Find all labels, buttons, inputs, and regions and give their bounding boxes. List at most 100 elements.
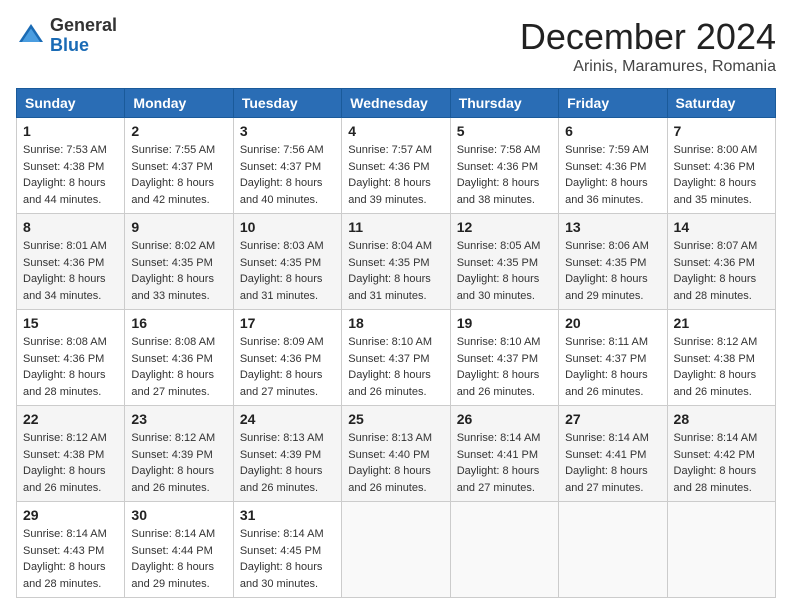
daylight-label: Daylight: 8 hours and 27 minutes. xyxy=(240,369,323,398)
day-info: Sunrise: 8:12 AM Sunset: 4:39 PM Dayligh… xyxy=(131,430,226,496)
day-info: Sunrise: 8:14 AM Sunset: 4:41 PM Dayligh… xyxy=(565,430,660,496)
calendar-cell: 28 Sunrise: 8:14 AM Sunset: 4:42 PM Dayl… xyxy=(667,406,775,502)
sunset-label: Sunset: 4:36 PM xyxy=(565,161,646,173)
sunrise-label: Sunrise: 8:08 AM xyxy=(131,336,215,348)
sunrise-label: Sunrise: 8:14 AM xyxy=(240,528,324,540)
sunset-label: Sunset: 4:36 PM xyxy=(240,353,321,365)
sunset-label: Sunset: 4:38 PM xyxy=(674,353,755,365)
calendar-cell xyxy=(450,502,558,598)
sunset-label: Sunset: 4:35 PM xyxy=(240,257,321,269)
day-number: 22 xyxy=(23,411,118,427)
daylight-label: Daylight: 8 hours and 30 minutes. xyxy=(240,561,323,590)
title-area: December 2024 Arinis, Maramures, Romania xyxy=(520,16,776,76)
daylight-label: Daylight: 8 hours and 28 minutes. xyxy=(674,465,757,494)
weekday-header-sunday: Sunday xyxy=(17,89,125,118)
day-info: Sunrise: 8:09 AM Sunset: 4:36 PM Dayligh… xyxy=(240,334,335,400)
logo-text: General Blue xyxy=(50,16,117,56)
sunset-label: Sunset: 4:36 PM xyxy=(348,161,429,173)
calendar-cell: 11 Sunrise: 8:04 AM Sunset: 4:35 PM Dayl… xyxy=(342,214,450,310)
calendar-cell: 4 Sunrise: 7:57 AM Sunset: 4:36 PM Dayli… xyxy=(342,118,450,214)
daylight-label: Daylight: 8 hours and 29 minutes. xyxy=(565,273,648,302)
day-number: 25 xyxy=(348,411,443,427)
daylight-label: Daylight: 8 hours and 44 minutes. xyxy=(23,177,106,206)
logo: General Blue xyxy=(16,16,117,56)
weekday-header-wednesday: Wednesday xyxy=(342,89,450,118)
day-info: Sunrise: 8:03 AM Sunset: 4:35 PM Dayligh… xyxy=(240,238,335,304)
daylight-label: Daylight: 8 hours and 26 minutes. xyxy=(131,465,214,494)
sunset-label: Sunset: 4:41 PM xyxy=(457,449,538,461)
calendar-cell: 5 Sunrise: 7:58 AM Sunset: 4:36 PM Dayli… xyxy=(450,118,558,214)
daylight-label: Daylight: 8 hours and 26 minutes. xyxy=(240,465,323,494)
day-number: 1 xyxy=(23,123,118,139)
daylight-label: Daylight: 8 hours and 26 minutes. xyxy=(457,369,540,398)
logo-icon xyxy=(16,21,46,51)
day-info: Sunrise: 8:04 AM Sunset: 4:35 PM Dayligh… xyxy=(348,238,443,304)
day-number: 15 xyxy=(23,315,118,331)
sunrise-label: Sunrise: 8:13 AM xyxy=(240,432,324,444)
daylight-label: Daylight: 8 hours and 39 minutes. xyxy=(348,177,431,206)
sunrise-label: Sunrise: 8:09 AM xyxy=(240,336,324,348)
sunset-label: Sunset: 4:36 PM xyxy=(23,257,104,269)
sunset-label: Sunset: 4:44 PM xyxy=(131,545,212,557)
day-info: Sunrise: 8:08 AM Sunset: 4:36 PM Dayligh… xyxy=(131,334,226,400)
day-info: Sunrise: 8:02 AM Sunset: 4:35 PM Dayligh… xyxy=(131,238,226,304)
calendar-cell: 3 Sunrise: 7:56 AM Sunset: 4:37 PM Dayli… xyxy=(233,118,341,214)
sunset-label: Sunset: 4:37 PM xyxy=(240,161,321,173)
day-number: 7 xyxy=(674,123,769,139)
sunrise-label: Sunrise: 8:07 AM xyxy=(674,240,758,252)
calendar-cell: 13 Sunrise: 8:06 AM Sunset: 4:35 PM Dayl… xyxy=(559,214,667,310)
day-info: Sunrise: 7:55 AM Sunset: 4:37 PM Dayligh… xyxy=(131,142,226,208)
day-info: Sunrise: 8:14 AM Sunset: 4:42 PM Dayligh… xyxy=(674,430,769,496)
calendar-cell: 31 Sunrise: 8:14 AM Sunset: 4:45 PM Dayl… xyxy=(233,502,341,598)
sunrise-label: Sunrise: 8:10 AM xyxy=(348,336,432,348)
day-info: Sunrise: 8:11 AM Sunset: 4:37 PM Dayligh… xyxy=(565,334,660,400)
sunset-label: Sunset: 4:39 PM xyxy=(240,449,321,461)
sunset-label: Sunset: 4:36 PM xyxy=(131,353,212,365)
sunrise-label: Sunrise: 8:06 AM xyxy=(565,240,649,252)
sunrise-label: Sunrise: 8:14 AM xyxy=(565,432,649,444)
calendar-cell: 24 Sunrise: 8:13 AM Sunset: 4:39 PM Dayl… xyxy=(233,406,341,502)
sunrise-label: Sunrise: 8:14 AM xyxy=(23,528,107,540)
sunset-label: Sunset: 4:40 PM xyxy=(348,449,429,461)
day-number: 23 xyxy=(131,411,226,427)
day-info: Sunrise: 8:10 AM Sunset: 4:37 PM Dayligh… xyxy=(348,334,443,400)
day-number: 14 xyxy=(674,219,769,235)
sunrise-label: Sunrise: 8:01 AM xyxy=(23,240,107,252)
day-number: 21 xyxy=(674,315,769,331)
daylight-label: Daylight: 8 hours and 38 minutes. xyxy=(457,177,540,206)
day-number: 12 xyxy=(457,219,552,235)
day-number: 26 xyxy=(457,411,552,427)
calendar-cell: 30 Sunrise: 8:14 AM Sunset: 4:44 PM Dayl… xyxy=(125,502,233,598)
daylight-label: Daylight: 8 hours and 31 minutes. xyxy=(348,273,431,302)
calendar-week-3: 15 Sunrise: 8:08 AM Sunset: 4:36 PM Dayl… xyxy=(17,310,776,406)
sunrise-label: Sunrise: 8:12 AM xyxy=(674,336,758,348)
calendar-cell xyxy=(559,502,667,598)
sunset-label: Sunset: 4:36 PM xyxy=(23,353,104,365)
day-info: Sunrise: 8:14 AM Sunset: 4:45 PM Dayligh… xyxy=(240,526,335,592)
sunrise-label: Sunrise: 8:13 AM xyxy=(348,432,432,444)
calendar-body: 1 Sunrise: 7:53 AM Sunset: 4:38 PM Dayli… xyxy=(17,118,776,598)
month-title: December 2024 xyxy=(520,16,776,58)
day-number: 30 xyxy=(131,507,226,523)
sunset-label: Sunset: 4:36 PM xyxy=(674,161,755,173)
day-number: 10 xyxy=(240,219,335,235)
day-number: 9 xyxy=(131,219,226,235)
sunrise-label: Sunrise: 8:04 AM xyxy=(348,240,432,252)
day-number: 5 xyxy=(457,123,552,139)
day-number: 13 xyxy=(565,219,660,235)
sunset-label: Sunset: 4:38 PM xyxy=(23,161,104,173)
daylight-label: Daylight: 8 hours and 35 minutes. xyxy=(674,177,757,206)
day-info: Sunrise: 8:08 AM Sunset: 4:36 PM Dayligh… xyxy=(23,334,118,400)
daylight-label: Daylight: 8 hours and 26 minutes. xyxy=(674,369,757,398)
calendar-cell: 7 Sunrise: 8:00 AM Sunset: 4:36 PM Dayli… xyxy=(667,118,775,214)
calendar-cell: 8 Sunrise: 8:01 AM Sunset: 4:36 PM Dayli… xyxy=(17,214,125,310)
calendar-cell: 18 Sunrise: 8:10 AM Sunset: 4:37 PM Dayl… xyxy=(342,310,450,406)
sunset-label: Sunset: 4:45 PM xyxy=(240,545,321,557)
sunrise-label: Sunrise: 8:08 AM xyxy=(23,336,107,348)
day-info: Sunrise: 8:13 AM Sunset: 4:39 PM Dayligh… xyxy=(240,430,335,496)
calendar-cell: 26 Sunrise: 8:14 AM Sunset: 4:41 PM Dayl… xyxy=(450,406,558,502)
calendar-week-5: 29 Sunrise: 8:14 AM Sunset: 4:43 PM Dayl… xyxy=(17,502,776,598)
day-number: 19 xyxy=(457,315,552,331)
daylight-label: Daylight: 8 hours and 29 minutes. xyxy=(131,561,214,590)
daylight-label: Daylight: 8 hours and 33 minutes. xyxy=(131,273,214,302)
